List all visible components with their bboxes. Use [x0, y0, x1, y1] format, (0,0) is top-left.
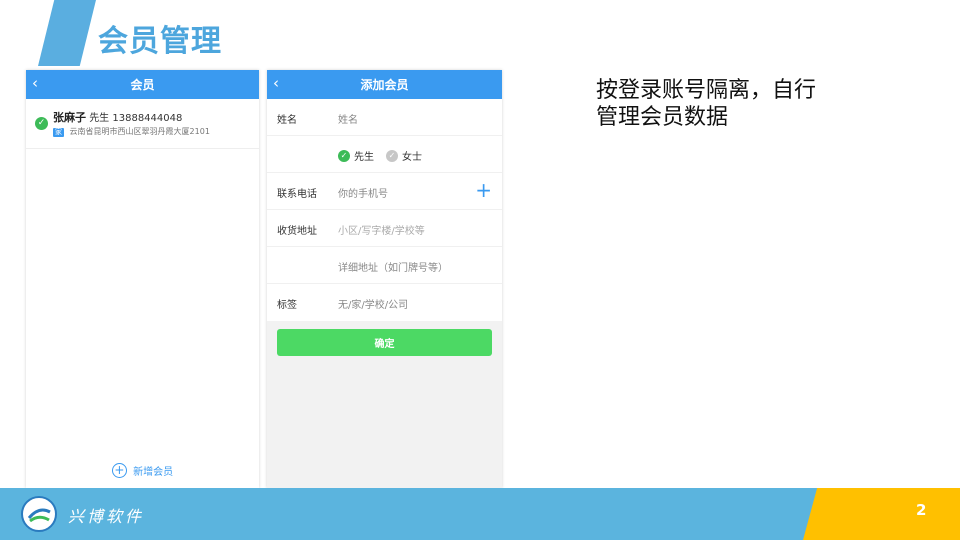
- tag-row: 标签 无/家/学校/公司: [267, 284, 502, 321]
- gender-male-label: 先生: [354, 152, 374, 163]
- description-line-2: 管理会员数据: [596, 105, 729, 130]
- address-row: 收货地址 小区/写字楼/学校等: [267, 210, 502, 247]
- gender-option-female[interactable]: ✓ 女士: [386, 148, 422, 163]
- name-label: 姓名: [277, 115, 297, 126]
- page-number: 2: [916, 501, 927, 519]
- phone-input[interactable]: 你的手机号: [338, 185, 388, 200]
- phone-row: 联系电话 你的手机号 +: [267, 173, 502, 210]
- gender-option-male[interactable]: ✓ 先生: [338, 148, 374, 163]
- confirm-button[interactable]: 确定: [277, 329, 492, 356]
- company-logo: [21, 496, 57, 532]
- add-member-screen: ‹ 添加会员 姓名 姓名 ✓ 先生 ✓ 女士 联系电话 你的手机号 + 收货地址…: [267, 70, 502, 488]
- member-name: 张麻子: [53, 111, 86, 124]
- member-address: 云南省昆明市西山区翠羽丹霞大厦2101: [69, 127, 210, 136]
- plus-circle-icon: +: [111, 463, 127, 478]
- description-line-1: 按登录账号隔离，自行: [596, 78, 817, 103]
- address-tag-badge: 家: [53, 128, 64, 137]
- list-item[interactable]: ✓ 张麻子 先生 13888444048 家 云南省昆明市西山区翠羽丹霞大厦21…: [26, 99, 259, 149]
- gender-selector: ✓ 先生 ✓ 女士: [338, 148, 422, 163]
- name-input[interactable]: 姓名: [338, 111, 358, 126]
- tag-input[interactable]: 无/家/学校/公司: [338, 296, 408, 311]
- check-circle-icon: ✓: [35, 117, 48, 130]
- address-label: 收货地址: [277, 226, 317, 237]
- brand-name: 兴博软件: [68, 507, 145, 526]
- add-member-button[interactable]: + 新增会员: [26, 463, 259, 478]
- title-accent-bar: [38, 0, 96, 66]
- add-member-form: 姓名 姓名 ✓ 先生 ✓ 女士 联系电话 你的手机号 + 收货地址 小区/写字楼…: [267, 99, 502, 321]
- member-info-line: 张麻子 先生 13888444048: [53, 109, 182, 125]
- member-list-navbar: ‹ 会员: [26, 70, 259, 99]
- chevron-left-icon[interactable]: ‹: [273, 74, 279, 92]
- slide-title: 会员管理: [98, 24, 222, 59]
- check-circle-icon: ✓: [386, 149, 398, 162]
- name-row: 姓名 姓名: [267, 99, 502, 136]
- plus-icon[interactable]: +: [475, 178, 492, 202]
- member-list-title: 会员: [130, 78, 155, 92]
- tag-label: 标签: [277, 300, 297, 311]
- area-input[interactable]: 小区/写字楼/学校等: [338, 222, 425, 237]
- phone-label: 联系电话: [277, 189, 317, 200]
- chevron-left-icon[interactable]: ‹: [32, 74, 38, 92]
- gender-female-label: 女士: [402, 152, 422, 163]
- footer-accent: [803, 488, 960, 540]
- member-phone: 13888444048: [112, 113, 183, 124]
- add-member-navbar: ‹ 添加会员: [267, 70, 502, 99]
- member-address-line: 家 云南省昆明市西山区翠羽丹霞大厦2101: [53, 126, 210, 137]
- gender-row: ✓ 先生 ✓ 女士: [267, 136, 502, 173]
- address-detail-input[interactable]: 详细地址（如门牌号等）: [338, 259, 448, 274]
- address-detail-row: 详细地址（如门牌号等）: [267, 247, 502, 284]
- check-circle-icon: ✓: [338, 149, 350, 162]
- add-member-title: 添加会员: [360, 78, 409, 92]
- add-member-label: 新增会员: [133, 467, 174, 478]
- member-gender: 先生: [89, 113, 110, 124]
- member-list-screen: ‹ 会员 ✓ 张麻子 先生 13888444048 家 云南省昆明市西山区翠羽丹…: [26, 70, 259, 488]
- description-text: 按登录账号隔离，自行 管理会员数据: [596, 77, 846, 131]
